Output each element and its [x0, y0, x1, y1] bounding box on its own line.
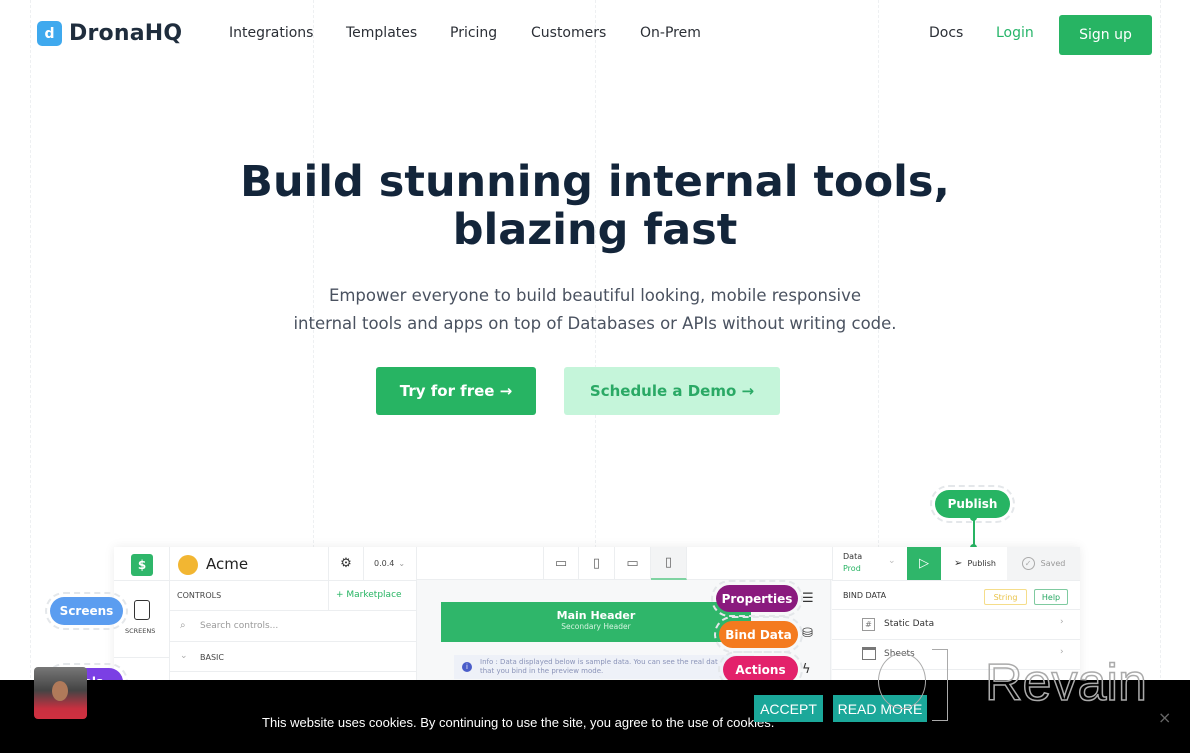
info-icon: i: [462, 662, 472, 672]
controls-label: CONTROLS: [177, 591, 222, 600]
screens-label: SCREENS: [125, 627, 156, 635]
top-navigation: d DronaHQ Integrations Templates Pricing…: [0, 0, 1190, 70]
bind-item-label: Static Data: [884, 619, 935, 629]
actions-callout: Actions: [718, 651, 803, 688]
data-env-dropdown[interactable]: Data Prod ⌄: [832, 547, 907, 580]
bind-item-label: Sheets: [884, 649, 915, 659]
controls-panel: Acme ⚙ 0.0.4 ⌄ CONTROLS + Marketplace ⌕ …: [170, 547, 417, 687]
cookie-banner: This website uses cookies. By continuing…: [0, 680, 1190, 753]
bind-item-sheets[interactable]: Sheets ›: [832, 640, 1080, 670]
lightning-icon[interactable]: ϟ: [802, 662, 811, 677]
chevron-right-icon: ›: [1060, 617, 1064, 627]
check-circle-icon: ✓: [1021, 557, 1035, 570]
hash-icon: #: [862, 618, 875, 631]
database-icon[interactable]: ⛁: [802, 626, 813, 641]
nav-link-templates[interactable]: Templates: [346, 25, 417, 41]
login-link[interactable]: Login: [996, 25, 1034, 41]
acme-logo-icon: [178, 555, 198, 575]
marketplace-link[interactable]: + Marketplace: [336, 590, 402, 600]
chevron-right-icon: ›: [1060, 647, 1064, 657]
hero-title-line-2: blazing fast: [452, 205, 738, 255]
chevron-down-icon: ⌄: [888, 556, 896, 566]
version-value: 0.0.4: [374, 559, 395, 568]
secondary-header-text: Secondary Header: [561, 622, 631, 631]
properties-callout: Properties: [711, 580, 803, 617]
properties-sliders-icon[interactable]: ☰: [802, 591, 814, 606]
hero-subtitle-line-1: Empower everyone to build beautiful look…: [328, 286, 862, 305]
hero-title-line-1: Build stunning internal tools,: [240, 157, 950, 207]
table-icon: [862, 647, 876, 660]
publish-label: Publish: [967, 559, 996, 568]
avatar-face: [52, 681, 68, 701]
avatar[interactable]: [34, 667, 87, 719]
cookie-accept-button[interactable]: ACCEPT: [754, 695, 823, 722]
chevron-down-icon: ⌄: [180, 651, 188, 661]
settings-gear-icon[interactable]: ⚙: [328, 547, 363, 580]
layout-guide: [30, 0, 31, 753]
schedule-demo-button[interactable]: Schedule a Demo →: [564, 367, 780, 415]
brand-logo[interactable]: d DronaHQ: [37, 21, 182, 46]
try-for-free-button[interactable]: Try for free →: [376, 367, 536, 415]
search-controls-input[interactable]: Search controls...: [200, 621, 278, 631]
connector-dot: [970, 514, 977, 521]
editor-preview: $ SCREENS Acme ⚙ 0.0.4 ⌄ CONTROLS + Mark…: [114, 547, 1080, 687]
bind-data-panel: BIND DATA String Help # Static Data › Sh…: [832, 580, 1080, 687]
desktop-view-icon[interactable]: ▭: [543, 547, 579, 580]
bind-data-title: BIND DATA: [843, 591, 887, 600]
main-header-text: Main Header: [556, 609, 636, 622]
data-env-label: Data: [843, 552, 863, 561]
saved-label: Saved: [1040, 559, 1066, 568]
data-env-value: Prod: [843, 564, 861, 573]
screens-callout: Screens: [45, 592, 128, 630]
layout-guide: [1160, 0, 1161, 753]
version-dropdown[interactable]: 0.0.4 ⌄: [363, 547, 417, 580]
mobile-view-icon[interactable]: ▯: [651, 547, 687, 580]
nav-link-on-prem[interactable]: On-Prem: [640, 25, 701, 41]
hero-title: Build stunning internal tools, blazing f…: [0, 158, 1190, 254]
info-banner: i Info : Data displayed below is sample …: [454, 655, 754, 679]
string-tag[interactable]: String: [984, 589, 1027, 605]
nav-link-integrations[interactable]: Integrations: [229, 25, 313, 41]
search-icon: ⌕: [180, 620, 186, 631]
help-button[interactable]: Help: [1034, 589, 1068, 605]
app-icon: $: [131, 554, 153, 576]
hero-subtitle-line-2: internal tools and apps on top of Databa…: [293, 314, 897, 333]
dronahq-logo-icon: d: [37, 21, 62, 46]
publish-button[interactable]: ➢ Publish: [944, 547, 1006, 580]
screens-icon[interactable]: [134, 600, 150, 620]
nav-link-docs[interactable]: Docs: [929, 25, 963, 41]
hero-subtitle: Empower everyone to build beautiful look…: [0, 282, 1190, 338]
basic-section-header[interactable]: BASIC: [200, 653, 224, 662]
tablet-landscape-view-icon[interactable]: ▭: [615, 547, 651, 580]
send-icon: ➢: [954, 558, 963, 569]
saved-status: ✓ Saved: [1007, 547, 1080, 580]
chevron-down-icon: ⌄: [398, 559, 406, 568]
editor-left-rail: $ SCREENS: [114, 547, 170, 687]
bind-item-static-data[interactable]: # Static Data ›: [832, 610, 1080, 640]
app-name: Acme: [206, 555, 249, 573]
signup-button[interactable]: Sign up: [1059, 15, 1152, 55]
preview-play-button[interactable]: ▷: [907, 547, 941, 580]
tablet-view-icon[interactable]: ▯: [579, 547, 615, 580]
info-text-line-1: Info : Data displayed below is sample da…: [480, 658, 718, 666]
canvas-header: Main Header Secondary Header: [441, 602, 751, 642]
device-toolbar: ▭ ▯ ▭ ▯: [417, 547, 832, 580]
brand-name: DronaHQ: [69, 21, 183, 46]
nav-link-pricing[interactable]: Pricing: [450, 25, 497, 41]
info-text-line-2: that you bind in the preview mode.: [480, 667, 604, 675]
nav-link-customers[interactable]: Customers: [531, 25, 606, 41]
cookie-read-more-button[interactable]: READ MORE: [833, 695, 927, 722]
close-icon[interactable]: ×: [1158, 708, 1171, 727]
cookie-message: This website uses cookies. By continuing…: [262, 715, 775, 730]
bind-data-callout: Bind Data: [714, 616, 803, 653]
